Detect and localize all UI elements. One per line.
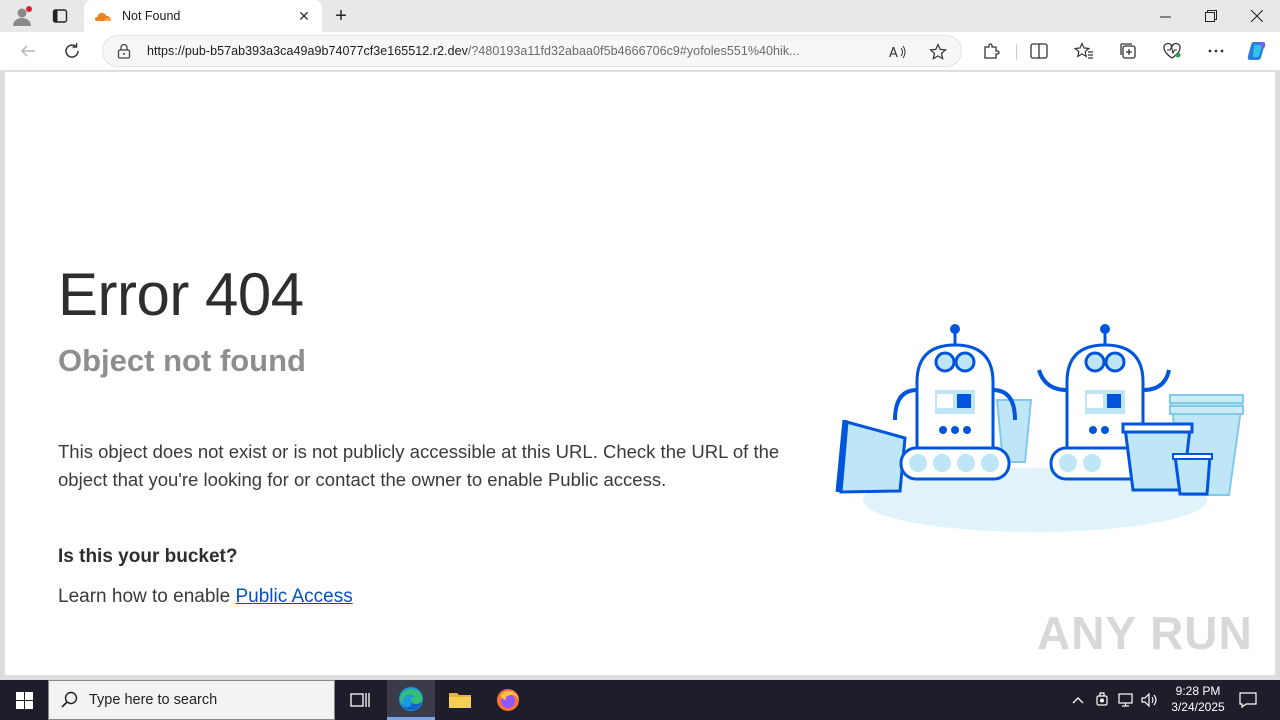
error-description: This object does not exist or is not pub…: [58, 441, 780, 490]
lock-icon[interactable]: [117, 43, 137, 59]
file-explorer-icon[interactable]: [436, 680, 484, 720]
task-view-icon[interactable]: [336, 680, 384, 720]
bucket-question: Is this your bucket?: [58, 546, 238, 567]
cloudflare-icon: [95, 13, 111, 21]
more-icon[interactable]: [1204, 40, 1228, 62]
public-access-link[interactable]: Public Access: [235, 586, 352, 607]
search-icon: [61, 691, 78, 708]
favorites-icon[interactable]: [1072, 40, 1096, 62]
new-tab-icon[interactable]: +: [328, 0, 354, 32]
page-title: Error 404: [58, 261, 304, 328]
taskbar: Type here to search 9:28 PM 3/24/2025: [0, 680, 1280, 720]
edge-taskbar-icon[interactable]: [387, 680, 435, 720]
tab-actions-icon[interactable]: [44, 0, 76, 32]
refresh-icon[interactable]: [57, 37, 87, 65]
close-tab-icon[interactable]: ✕: [296, 8, 312, 24]
clock-date: 3/24/2025: [1171, 700, 1225, 714]
favorite-icon[interactable]: [927, 42, 949, 62]
url-path: /?480193a11fd32abaa0f5b4666706c9#yofoles…: [467, 44, 800, 58]
web-page: Error 404 Object not found This object d…: [4, 71, 1276, 676]
browser-tab[interactable]: Not Found ✕: [84, 0, 322, 32]
toolbar-separator: [1016, 44, 1017, 60]
taskbar-clock[interactable]: 9:28 PM 3/24/2025: [1160, 683, 1236, 715]
browser-essentials-icon[interactable]: [1160, 40, 1184, 62]
browser-toolbar: https://pub-b57ab393a3ca49a9b74077cf3e16…: [0, 32, 1280, 70]
search-placeholder: Type here to search: [89, 692, 218, 708]
address-bar[interactable]: https://pub-b57ab393a3ca49a9b74077cf3e16…: [102, 35, 962, 67]
windows-start-icon[interactable]: [0, 680, 48, 720]
split-screen-icon[interactable]: [1027, 40, 1051, 62]
title-bar: Not Found ✕ +: [0, 0, 1280, 32]
learn-prefix: Learn how to enable: [58, 586, 236, 607]
anyrun-watermark: ANY RUN: [1037, 607, 1253, 659]
clock-time: 9:28 PM: [1175, 684, 1221, 698]
network-icon[interactable]: [1116, 680, 1136, 720]
url-text[interactable]: https://pub-b57ab393a3ca49a9b74077cf3e16…: [147, 44, 877, 58]
back-icon[interactable]: [13, 37, 43, 65]
restore-icon[interactable]: [1188, 0, 1234, 32]
copilot-icon[interactable]: [1245, 40, 1269, 62]
tray-device-icon[interactable]: [1092, 680, 1112, 720]
tab-title: Not Found: [122, 9, 181, 23]
learn-text: Learn how to enable Public Access: [58, 586, 353, 608]
notification-icon[interactable]: [1236, 680, 1260, 720]
url-host: https://pub-b57ab393a3ca49a9b74077cf3e16…: [147, 44, 468, 58]
read-aloud-icon[interactable]: A: [887, 42, 909, 62]
firefox-icon[interactable]: [484, 680, 532, 720]
profile-icon[interactable]: [6, 0, 38, 32]
close-window-icon[interactable]: [1234, 0, 1280, 32]
volume-icon[interactable]: [1140, 680, 1160, 720]
robots-illustration: [835, 324, 1245, 532]
page-subtitle: Object not found: [58, 343, 306, 378]
taskbar-search[interactable]: Type here to search: [48, 680, 335, 720]
extensions-icon[interactable]: [979, 40, 1003, 62]
minimize-icon[interactable]: [1142, 0, 1188, 32]
svg-text:A: A: [889, 46, 898, 60]
collections-icon[interactable]: [1116, 40, 1140, 62]
tray-chevron-icon[interactable]: [1068, 680, 1088, 720]
